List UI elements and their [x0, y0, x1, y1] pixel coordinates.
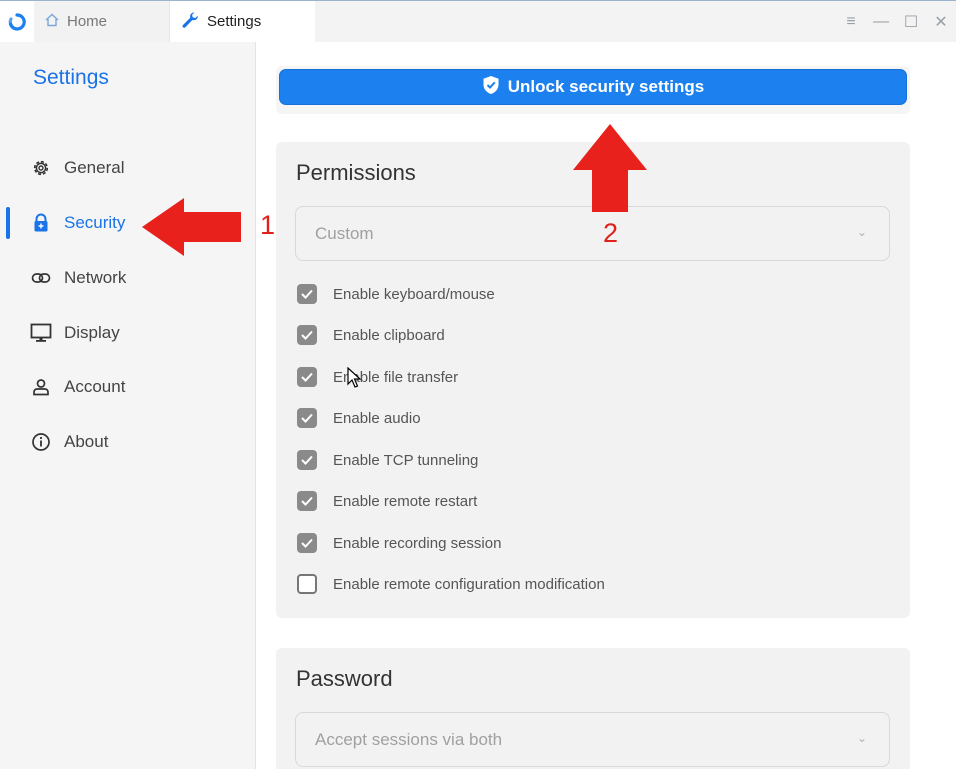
- tab-label: Settings: [207, 13, 262, 30]
- sidebar-item-label: Account: [64, 377, 126, 396]
- annotation-step-2: 2: [603, 218, 619, 248]
- sidebar-title: Settings: [33, 66, 109, 89]
- checkbox-checked[interactable]: [297, 325, 317, 345]
- link-icon: [30, 267, 52, 289]
- unlock-label: Unlock security settings: [507, 77, 705, 96]
- unlock-security-button[interactable]: Unlock security settings: [279, 69, 907, 105]
- option-keyboard-mouse[interactable]: Enable keyboard/mouse: [297, 282, 495, 306]
- unlock-container: Unlock security settings: [276, 66, 910, 114]
- password-mode-select[interactable]: Accept sessions via both ⌄: [295, 712, 890, 767]
- chevron-down-icon: ⌄: [856, 225, 867, 239]
- info-icon: [30, 431, 52, 453]
- option-remote-restart[interactable]: Enable remote restart: [297, 489, 477, 513]
- sidebar-item-general[interactable]: General: [0, 148, 256, 188]
- chevron-down-icon: ⌄: [856, 731, 867, 745]
- shield-icon: [482, 75, 500, 100]
- option-label: Enable keyboard/mouse: [333, 285, 495, 303]
- sidebar-item-display[interactable]: Display: [0, 313, 256, 353]
- sidebar-item-label: Security: [64, 213, 126, 232]
- option-audio[interactable]: Enable audio: [297, 406, 421, 430]
- checkbox-checked[interactable]: [297, 408, 317, 428]
- password-card: Password Accept sessions via both ⌄: [276, 648, 910, 769]
- tab-settings[interactable]: Settings: [170, 1, 315, 42]
- option-label: Enable remote configuration modification: [333, 575, 605, 593]
- checkbox-checked[interactable]: [297, 284, 317, 304]
- password-title: Password: [296, 666, 393, 691]
- maximize-icon[interactable]: ☐: [896, 12, 926, 32]
- sidebar-item-about[interactable]: About: [0, 422, 256, 462]
- option-label: Enable remote restart: [333, 492, 478, 510]
- annotation-arrow-left: [140, 196, 242, 263]
- tab-home[interactable]: Home: [34, 1, 170, 42]
- option-label: Enable clipboard: [333, 326, 445, 344]
- sidebar-item-label: About: [64, 432, 109, 451]
- sidebar-item-label: General: [64, 158, 125, 177]
- option-tcp-tunneling[interactable]: Enable TCP tunneling: [297, 448, 478, 472]
- annotation-arrow-up: [572, 123, 648, 218]
- option-label: Enable audio: [333, 409, 421, 427]
- wrench-icon: [180, 10, 200, 34]
- sidebar-item-label: Network: [64, 268, 127, 287]
- tab-label: Home: [67, 13, 108, 30]
- sidebar-item-label: Display: [64, 323, 120, 342]
- checkbox-checked[interactable]: [297, 450, 317, 470]
- monitor-icon: [30, 322, 52, 344]
- menu-icon[interactable]: ≡: [836, 13, 866, 31]
- sidebar-item-network[interactable]: Network: [0, 258, 256, 298]
- permissions-title: Permissions: [296, 160, 416, 185]
- option-remote-config[interactable]: Enable remote configuration modification: [297, 572, 605, 596]
- option-label: Enable recording session: [333, 534, 502, 552]
- mouse-cursor-icon: [347, 366, 363, 394]
- minimize-icon[interactable]: —: [866, 13, 896, 31]
- title-bar: Home Settings ≡ — ☐ ✕: [0, 0, 956, 43]
- option-recording-session[interactable]: Enable recording session: [297, 531, 501, 555]
- sidebar-item-account[interactable]: Account: [0, 367, 256, 407]
- annotation-step-1: 1: [260, 210, 276, 240]
- close-icon[interactable]: ✕: [926, 12, 956, 32]
- sidebar: Settings General Security Network Displa…: [0, 42, 256, 769]
- option-file-transfer[interactable]: Enable file transfer: [297, 365, 458, 389]
- gear-icon: [30, 157, 52, 179]
- option-clipboard[interactable]: Enable clipboard: [297, 323, 445, 347]
- select-value: Custom: [315, 223, 374, 243]
- app-logo-icon: [0, 1, 34, 42]
- checkbox-unchecked[interactable]: [297, 574, 317, 594]
- checkbox-checked[interactable]: [297, 367, 317, 387]
- select-value: Accept sessions via both: [315, 729, 503, 749]
- checkbox-checked[interactable]: [297, 533, 317, 553]
- option-label: Enable TCP tunneling: [333, 451, 479, 469]
- lock-icon: [30, 212, 52, 234]
- person-icon: [30, 376, 52, 398]
- home-icon: [44, 12, 60, 32]
- checkbox-checked[interactable]: [297, 491, 317, 511]
- window-controls: ≡ — ☐ ✕: [836, 1, 956, 43]
